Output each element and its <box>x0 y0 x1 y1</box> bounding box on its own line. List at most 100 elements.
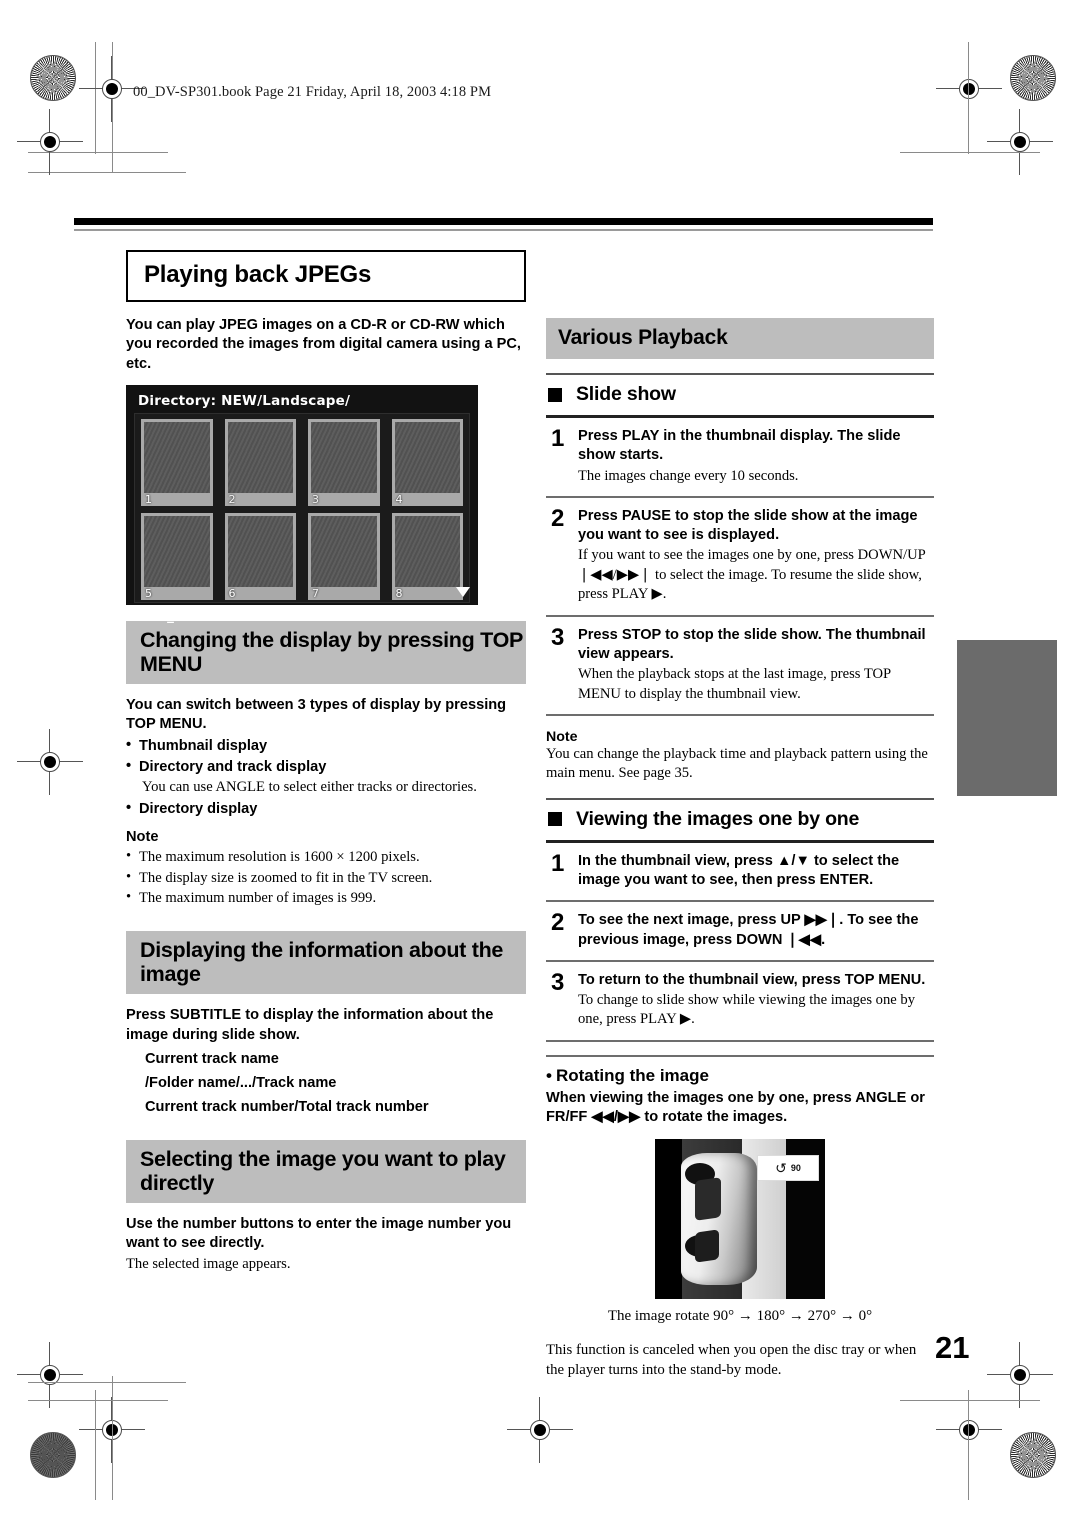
registration-crosshair-bottom-center <box>507 1397 573 1463</box>
registration-crosshair-left-upper <box>17 109 83 175</box>
page-title: Playing back JPEGs <box>144 261 372 288</box>
registration-crosshair-right-upper <box>987 109 1053 175</box>
subheading-slide-show-label: Slide show <box>576 383 676 405</box>
one-by-one-step: 2 To see the next image, press UP ▶▶❘. T… <box>546 902 934 962</box>
thumbnail-item[interactable]: 2 <box>224 418 296 506</box>
slide-show-step: 2 Press PAUSE to stop the slide show at … <box>546 498 934 617</box>
thumbnail-item[interactable]: 1 <box>141 418 213 506</box>
thumbnail-item[interactable]: 3 <box>308 418 380 506</box>
page-header-text: 00_DV-SP301.book Page 21 Friday, April 1… <box>133 84 492 100</box>
rotation-badge: ↺ 90 <box>757 1155 819 1182</box>
thumbnail-number: 8 <box>395 586 403 600</box>
step-subtext: The images change every 10 seconds. <box>578 467 799 484</box>
section2-sub-note: You can use ANGLE to select either track… <box>142 778 526 797</box>
section-heading-top-menu: Changing the display by pressing TOP MEN… <box>126 620 526 684</box>
tv-thumbnail-grid-wrap: 1 2 3 4 5 6 7 8 <box>134 412 470 603</box>
subheading-rotating-image: Rotating the image <box>546 1054 934 1086</box>
left-column: Playing back JPEGs You can play JPEG ima… <box>126 250 526 1275</box>
section4-sub: The selected image appears. <box>126 1256 291 1273</box>
crop-line-bottom-right-v <box>968 1390 969 1500</box>
thumbnail-number: 3 <box>312 492 319 506</box>
step-subtext: If you want to see the images one by one… <box>578 547 926 603</box>
section-heading-various-playback: Various Playback <box>546 318 934 359</box>
registration-crosshair-right-lower <box>987 1342 1053 1408</box>
thumbnail-number: 5 <box>145 586 152 600</box>
slide-show-step: 1 Press PLAY in the thumbnail display. T… <box>546 418 934 498</box>
page-title-box: Playing back JPEGs <box>126 250 526 302</box>
tv-thumbnail-grid: 1 2 3 4 5 6 7 8 <box>141 418 463 600</box>
right-column: Various Playback Slide show 1 Press PLAY… <box>546 318 934 1381</box>
note-item: The maximum resolution is 1600 × 1200 pi… <box>126 846 526 868</box>
thumbnail-item[interactable]: 8 <box>391 512 463 600</box>
section-heading-display-info: Displaying the information about the ima… <box>126 931 526 995</box>
section2-note-list: The maximum resolution is 1600 × 1200 pi… <box>126 846 526 909</box>
crop-line-top-right-h <box>900 152 1040 153</box>
bullet-thumbnail-display: Thumbnail display <box>126 735 526 757</box>
step-heading: Press PLAY in the thumbnail display. The… <box>578 428 901 464</box>
section-heading-display-info-label: Displaying the information about the ima… <box>140 938 504 987</box>
rotate-arrow-icon: ↺ <box>775 1160 787 1177</box>
slide-show-step: 3 Press STOP to stop the slide show. The… <box>546 617 934 716</box>
crop-line-bottom-left-v2 <box>112 1376 113 1500</box>
section2-bullet-list: Thumbnail display Directory and track di… <box>126 735 526 778</box>
section4-intro: Use the number buttons to enter the imag… <box>126 1215 512 1251</box>
thumbnail-item[interactable]: 5 <box>141 512 213 600</box>
registration-rosette-top-right <box>1010 55 1056 101</box>
one-by-one-step: 1 In the thumbnail view, press ▲/▼ to se… <box>546 843 934 903</box>
note-text: You can change the playback time and pla… <box>546 745 928 782</box>
registration-crosshair-left-lower <box>17 1342 83 1408</box>
tv-filename-label: 001_1024 <box>138 607 213 624</box>
step-number: 1 <box>551 849 565 877</box>
note-item: The maximum number of images is 999. <box>126 887 526 909</box>
crop-line-top-right-v <box>968 42 969 154</box>
one-by-one-step: 3 To return to the thumbnail view, press… <box>546 962 934 1042</box>
crop-line-top-left-v2 <box>112 42 113 172</box>
registration-crosshair-bottom-right <box>936 1397 1002 1463</box>
step-heading: To return to the thumbnail view, press T… <box>578 971 926 988</box>
section2-sub-note-text: You can use ANGLE to select either track… <box>142 778 477 795</box>
step-subtext: To change to slide show while viewing th… <box>578 992 915 1028</box>
section-heading-select-image-label: Selecting the image you want to play dir… <box>140 1146 506 1195</box>
thumbnail-item[interactable]: 7 <box>308 512 380 600</box>
rotating-intro: When viewing the images one by one, pres… <box>546 1089 925 1126</box>
thumbnail-number: 6 <box>228 586 236 600</box>
top-rule-thick <box>74 218 933 225</box>
chapter-side-tab <box>957 640 1057 796</box>
subheading-rotating-image-label: Rotating the image <box>546 1066 934 1086</box>
bullet-directory-track-display: Directory and track display <box>126 756 526 778</box>
page-number: 21 <box>935 1330 970 1365</box>
registration-crosshair-left-middle <box>17 729 83 795</box>
section3-line-2: /Folder name/.../Track name <box>145 1075 337 1092</box>
crop-line-bottom-left-h <box>28 1400 168 1401</box>
subheading-one-by-one-label: Viewing the images one by one <box>576 807 860 830</box>
thumbnail-item[interactable]: 4 <box>391 418 463 506</box>
section-heading-various-playback-label: Various Playback <box>558 326 728 349</box>
thumbnail-display-screenshot: Directory: NEW/Landscape/ 1 2 3 4 5 6 7 … <box>126 384 478 624</box>
thumbnail-number: 1 <box>145 492 152 506</box>
rotation-caption: The image rotate 90° → 180° → 270° → 0° <box>607 1308 873 1325</box>
scroll-down-arrow-icon[interactable] <box>456 586 470 597</box>
thumbnail-item[interactable]: 6 <box>224 512 296 600</box>
step-heading: Press PAUSE to stop the slide show at th… <box>578 507 918 544</box>
square-bullet-icon <box>548 812 562 827</box>
step-subtext: When the playback stops at the last imag… <box>578 666 891 702</box>
registration-rosette-bottom-right <box>1010 1432 1056 1478</box>
step-heading: To see the next image, press UP ▶▶❘. To … <box>578 912 919 948</box>
slide-show-note: Note You can change the playback time an… <box>546 729 934 784</box>
section3-line-1: Current track name <box>145 1050 279 1067</box>
section3-line-3: Current track number/Total track number <box>145 1099 429 1116</box>
section2-note-heading: Note <box>126 828 159 845</box>
note-item: The display size is zoomed to fit in the… <box>126 867 526 889</box>
bullet-directory-display: Directory display <box>126 798 526 820</box>
square-bullet-icon <box>548 387 562 402</box>
step-number: 2 <box>551 504 565 532</box>
registration-crosshair-top-left <box>79 56 145 122</box>
crop-line-top-left-h2 <box>28 172 186 173</box>
thumbnail-number: 2 <box>228 492 236 506</box>
step-heading: In the thumbnail view, press ▲/▼ to sele… <box>578 852 900 888</box>
step-heading: Press STOP to stop the slide show. The t… <box>578 626 926 662</box>
crop-line-bottom-right-h <box>900 1400 1040 1401</box>
step-number: 3 <box>551 623 565 651</box>
registration-rosette-bottom-left <box>30 1432 76 1478</box>
subheading-slide-show: Slide show <box>546 373 934 418</box>
